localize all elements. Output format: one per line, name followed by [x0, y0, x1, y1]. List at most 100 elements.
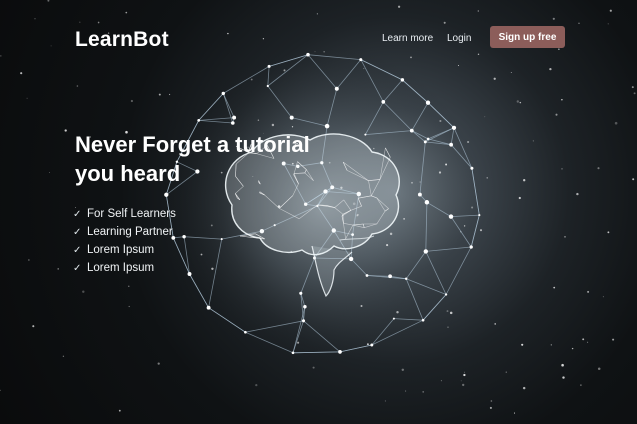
network-node — [244, 330, 247, 334]
checkmark-icon: ✓ — [73, 262, 82, 274]
network-node — [232, 115, 237, 120]
star — [607, 231, 610, 234]
network-node — [469, 245, 473, 249]
star — [389, 232, 393, 236]
network-node — [478, 214, 481, 217]
star — [439, 119, 442, 123]
network-node — [449, 142, 453, 147]
feature-item: ✓ For Self Learners — [73, 205, 176, 223]
star — [518, 196, 521, 200]
star — [438, 171, 442, 174]
star — [505, 371, 507, 373]
star — [169, 93, 171, 96]
star — [564, 236, 566, 238]
network-node — [220, 238, 223, 241]
star — [582, 338, 585, 341]
feature-label: Learning Partner — [87, 226, 173, 238]
star — [519, 101, 522, 104]
star — [366, 343, 369, 346]
star — [633, 92, 636, 95]
network-node — [388, 274, 392, 279]
nav-learn-more-link[interactable]: Learn more — [382, 33, 433, 44]
network-node — [338, 350, 342, 354]
network-node — [206, 305, 211, 310]
network-node — [289, 115, 294, 120]
star — [200, 253, 203, 256]
star — [57, 268, 59, 270]
headline-line-2: you heard — [75, 161, 181, 186]
signup-button[interactable]: Sign up free — [490, 26, 565, 48]
feature-item: ✓ Lorem Ipsum — [73, 241, 176, 259]
star — [555, 113, 558, 116]
star — [0, 389, 1, 392]
star — [419, 181, 421, 183]
star — [128, 305, 130, 308]
star — [76, 85, 79, 87]
star — [118, 409, 121, 412]
network-node — [291, 351, 295, 355]
star — [271, 123, 275, 127]
checkmark-icon: ✓ — [73, 208, 82, 220]
star — [82, 290, 85, 293]
network-node — [197, 119, 201, 122]
star — [26, 97, 28, 99]
star — [446, 310, 449, 313]
network-node — [381, 100, 386, 104]
star — [580, 384, 582, 386]
star — [401, 368, 405, 372]
site-header: LearnBot Learn more Login Sign up free — [0, 0, 637, 80]
star — [532, 140, 534, 142]
network-node — [444, 293, 448, 296]
star — [312, 366, 315, 369]
star — [48, 171, 51, 174]
star — [614, 121, 618, 125]
network-node — [303, 304, 307, 309]
headline-line-1: Never Forget a tutorial — [75, 132, 310, 157]
network-node — [470, 166, 474, 170]
star — [597, 167, 600, 170]
hero-headline: Never Forget a tutorial you heard — [75, 130, 375, 188]
network-node — [301, 319, 306, 323]
star — [422, 391, 425, 393]
network-node — [392, 317, 395, 320]
star — [576, 192, 579, 196]
star — [291, 126, 294, 128]
star — [360, 305, 363, 307]
network-node — [348, 256, 354, 262]
network-node — [324, 123, 330, 129]
star — [597, 367, 601, 371]
star — [255, 383, 258, 387]
star — [62, 355, 65, 357]
logo[interactable]: LearnBot — [75, 28, 169, 52]
network-node — [299, 291, 303, 295]
star — [384, 400, 386, 402]
star — [403, 218, 405, 220]
star — [447, 326, 449, 328]
network-node — [425, 100, 431, 105]
network-node — [417, 192, 422, 197]
star — [562, 376, 565, 379]
star — [513, 412, 516, 414]
star — [471, 206, 474, 209]
star — [463, 373, 466, 377]
nav-login-link[interactable]: Login — [447, 33, 471, 44]
network-node — [164, 192, 169, 197]
star — [612, 338, 615, 341]
network-node — [231, 121, 235, 125]
star — [445, 163, 448, 166]
star — [396, 311, 399, 314]
star — [467, 140, 470, 144]
star — [571, 347, 574, 350]
network-node — [187, 272, 192, 276]
feature-label: For Self Learners — [87, 208, 176, 220]
star — [297, 341, 300, 344]
star — [257, 119, 260, 121]
star — [211, 267, 214, 270]
feature-list: ✓ For Self Learners ✓ Learning Partner ✓… — [73, 205, 176, 277]
star — [32, 325, 35, 328]
network-node — [424, 200, 430, 205]
feature-item: ✓ Learning Partner — [73, 223, 176, 241]
star — [210, 224, 213, 227]
network-node — [423, 249, 428, 254]
star — [522, 386, 526, 390]
